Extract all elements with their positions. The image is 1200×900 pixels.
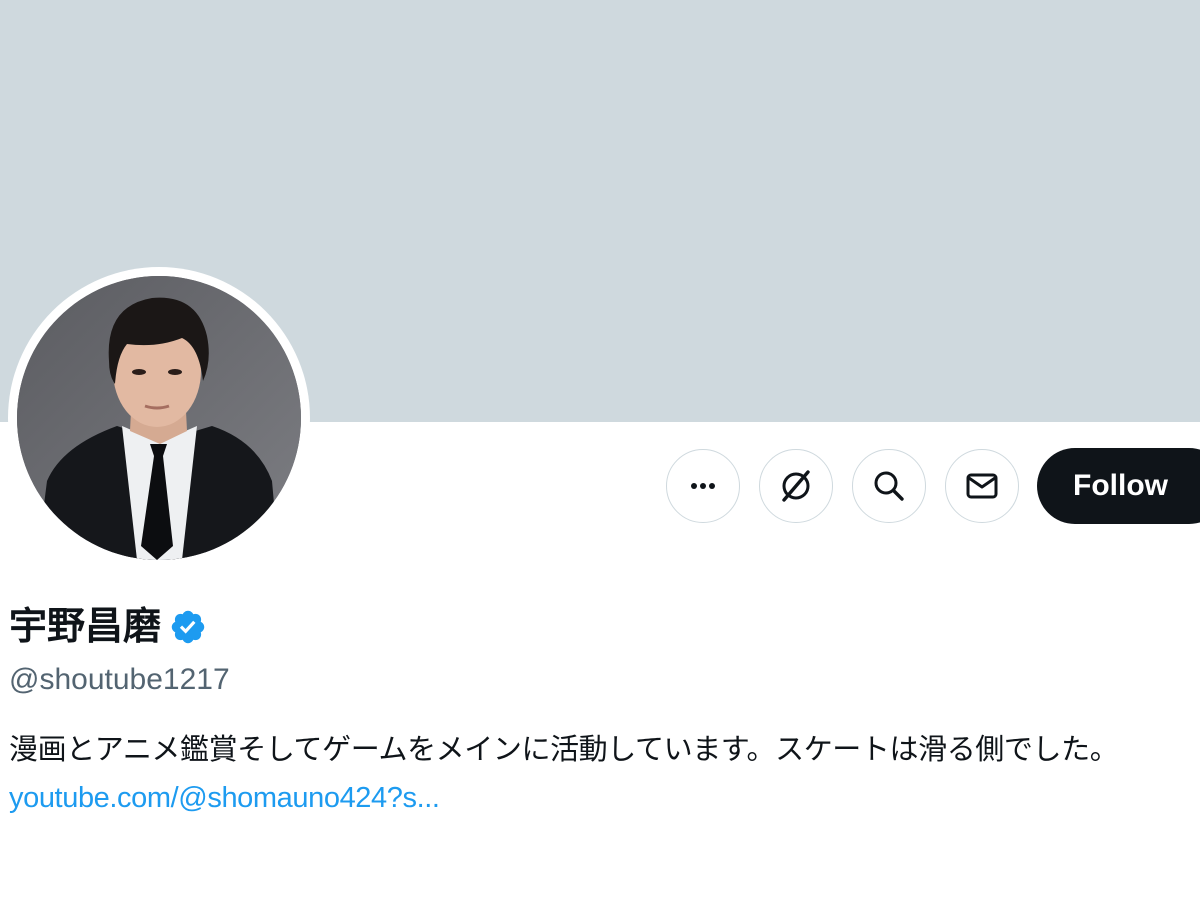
user-handle: @shoutube1217 [9, 663, 230, 696]
more-button[interactable] [666, 449, 740, 523]
profile-name-row: 宇野昌磨 [9, 602, 207, 652]
search-button[interactable] [852, 449, 926, 523]
verified-badge-icon[interactable] [169, 608, 207, 646]
profile-page: Follow 宇野昌磨 @shoutube1217 漫画とアニメ鑑賞そしてゲーム… [0, 0, 1200, 900]
search-icon [874, 471, 904, 501]
more-horizontal-icon [691, 483, 715, 489]
follow-button[interactable]: Follow [1037, 448, 1200, 524]
grok-button[interactable] [759, 449, 833, 523]
bio-link[interactable]: youtube.com/@shomauno424?s... [9, 782, 440, 814]
grok-icon [782, 470, 810, 502]
profile-bio: 漫画とアニメ鑑賞そしてゲームをメインに活動しています。スケートは滑る側でした。 y… [9, 726, 1194, 822]
message-button[interactable] [945, 449, 1019, 523]
display-name: 宇野昌磨 [9, 606, 162, 648]
envelope-icon [966, 473, 998, 499]
avatar-photo [17, 276, 301, 560]
bio-text: 漫画とアニメ鑑賞そしてゲームをメインに活動しています。スケートは滑る側でした。 [9, 734, 1119, 766]
profile-actions: Follow [666, 448, 1200, 524]
avatar[interactable] [17, 276, 301, 560]
